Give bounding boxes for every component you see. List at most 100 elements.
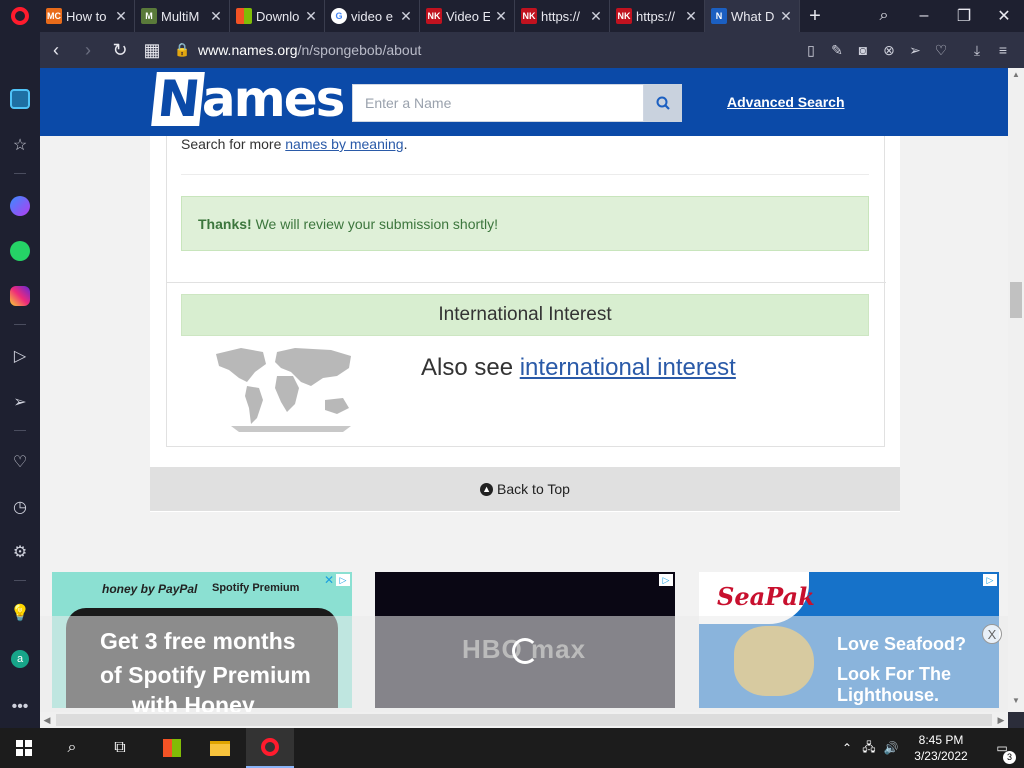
home-icon[interactable] [0,84,40,114]
more-icon[interactable]: ••• [0,692,40,722]
tab-8-active[interactable]: N What D ✕ [705,0,800,32]
tab-close-icon[interactable]: ✕ [114,8,128,25]
clock-date: 3/23/2022 [914,749,968,763]
tab-3[interactable]: Downlo ✕ [230,0,325,32]
back-button[interactable]: ‹ [40,32,72,68]
tab-7[interactable]: NK https:// ✕ [610,0,705,32]
tab-title: https:// [636,8,676,24]
tab-title: Downlo [256,8,300,24]
tab-2[interactable]: M MultiM ✕ [135,0,230,32]
tab-1[interactable]: MC How to ✕ [40,0,135,32]
aria-icon[interactable]: a [0,644,40,674]
url-host: www.names.org [198,42,298,58]
search-input[interactable] [353,85,643,121]
tab-favicon-icon: M [141,8,157,24]
alert-bold: Thanks! [198,215,252,232]
adchoices-icon[interactable]: ▷ [983,574,997,586]
volume-icon[interactable]: 🔊 [880,741,902,755]
ad-close-icon[interactable]: ✕ [324,573,334,587]
tab-title: How to [66,8,107,24]
start-button[interactable] [0,728,48,768]
names-by-meaning-link[interactable]: names by meaning [285,136,403,152]
pinboard-heart-icon[interactable]: ♡ [0,447,40,477]
whatsapp-icon[interactable] [0,236,40,266]
scroll-down-icon[interactable]: ▼ [1008,696,1024,710]
task-view-icon[interactable]: ⧉ [96,728,144,768]
tab-close-icon[interactable]: ✕ [209,8,223,25]
tab-4[interactable]: G video e ✕ [325,0,420,32]
overlay-close-button[interactable]: X [982,624,1002,644]
search-icon[interactable]: ⌕ [48,728,96,768]
new-tab-button[interactable]: + [800,5,830,28]
tab-close-icon[interactable]: ✕ [399,8,413,25]
scroll-left-icon[interactable]: ◀ [40,712,54,728]
edit-icon[interactable]: ✎ [824,42,850,59]
tab-close-icon[interactable]: ✕ [589,8,603,25]
instagram-icon[interactable] [0,281,40,311]
settings-gear-icon[interactable]: ⚙ [0,537,40,567]
address-bar: ‹ › ↻ ▦ 🔒 www.names.org/n/spongebob/abou… [40,32,1024,68]
restore-button[interactable]: ❐ [944,0,984,32]
show-hidden-icons-icon[interactable]: ⌃ [836,741,858,755]
horizontal-scroll-thumb[interactable] [56,714,992,726]
tab-close-icon[interactable]: ✕ [494,8,508,25]
seafood-ad-line3: Lighthouse. [837,685,939,705]
notification-count-badge: 3 [1003,751,1016,764]
messenger-icon[interactable] [0,191,40,221]
world-map-image [216,348,351,432]
advanced-search-link[interactable]: Advanced Search [727,94,845,110]
tab-6[interactable]: NK https:// ✕ [515,0,610,32]
window-controls: ⌕ – ❐ ✕ [864,0,1024,32]
search-button[interactable] [644,84,682,122]
tab-favicon-icon: MC [46,8,62,24]
opera-taskbar-icon[interactable] [246,728,294,768]
easy-setup-icon[interactable]: ≡ [990,42,1016,58]
close-window-button[interactable]: ✕ [984,0,1024,32]
adblock-icon[interactable]: ⊗ [876,42,902,59]
reload-button[interactable]: ↻ [104,32,136,68]
tab-close-icon[interactable]: ✕ [304,8,318,25]
horizontal-scrollbar[interactable]: ◀ ▶ [40,712,1008,728]
reader-mode-icon[interactable]: ▯ [798,42,824,59]
download-icon[interactable]: ⤓ [964,42,990,59]
tips-lightbulb-icon[interactable]: 💡 [0,598,40,628]
international-interest-link[interactable]: international interest [520,354,736,381]
search-tabs-icon[interactable]: ⌕ [864,0,904,32]
tab-favicon-icon: NK [426,8,442,24]
opera-menu-button[interactable] [0,0,40,32]
replay-icon[interactable] [512,638,538,664]
store-icon[interactable] [148,728,196,768]
vertical-scroll-thumb[interactable] [1010,282,1022,318]
network-icon[interactable]: 🖧 [858,738,880,759]
tab-5[interactable]: NK Video E ✕ [420,0,515,32]
success-alert: Thanks! We will review your submission s… [181,196,869,251]
tab-close-icon[interactable]: ✕ [779,8,793,25]
notifications-icon[interactable]: ▭ 3 [980,741,1024,764]
also-see-text: Also see international interest [421,354,736,382]
windows-taskbar: ⌕ ⧉ ⌃ 🖧 🔊 8:45 PM 3/23/2022 ▭ 3 [0,728,1024,768]
vertical-scrollbar[interactable]: ▲ ▼ [1008,68,1024,712]
url-field[interactable]: 🔒 www.names.org/n/spongebob/about [174,36,794,64]
scroll-right-icon[interactable]: ▶ [994,712,1008,728]
history-clock-icon[interactable]: ◷ [0,492,40,522]
send-icon[interactable]: ➢ [902,42,928,59]
divider [181,174,869,175]
clock[interactable]: 8:45 PM 3/23/2022 [902,732,980,764]
tab-close-icon[interactable]: ✕ [684,8,698,25]
file-explorer-icon[interactable] [196,728,244,768]
bookmark-heart-icon[interactable]: ♡ [928,42,954,59]
back-to-top-button[interactable]: ▲ Back to Top [150,467,900,511]
bookmarks-star-icon[interactable]: ☆ [0,130,40,160]
tab-favicon-icon: N [711,8,727,24]
adchoices-icon[interactable]: ▷ [336,574,350,586]
player-icon[interactable]: ▷ [0,341,40,371]
forward-button[interactable]: › [72,32,104,68]
send-flow-icon[interactable]: ➢ [0,387,40,417]
snapshot-icon[interactable]: ◙ [850,42,876,58]
adchoices-icon[interactable]: ▷ [659,574,673,586]
speed-dial-icon[interactable]: ▦ [136,32,168,68]
arrow-up-circle-icon: ▲ [480,482,494,496]
names-logo[interactable]: Names .org [151,70,345,150]
scroll-up-icon[interactable]: ▲ [1008,70,1024,84]
minimize-button[interactable]: – [904,0,944,32]
